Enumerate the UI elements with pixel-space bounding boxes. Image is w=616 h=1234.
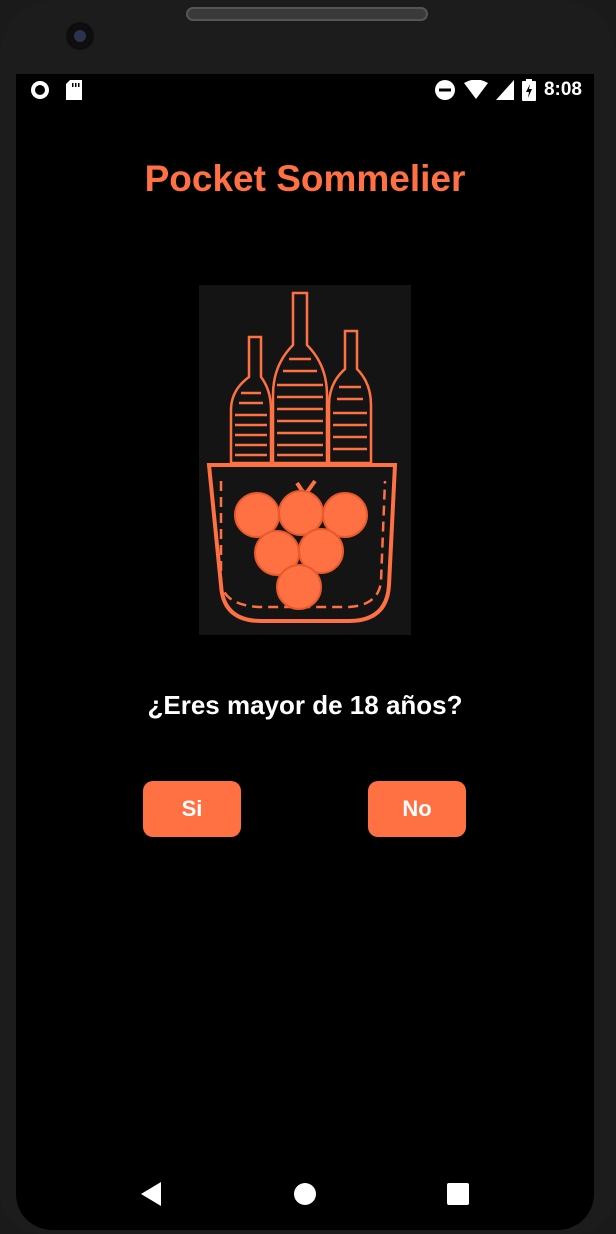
screen: 8:08 Pocket Sommelier ¿Eres mayor de 18 … xyxy=(16,74,594,1230)
nav-home-button[interactable] xyxy=(281,1170,329,1218)
back-icon xyxy=(141,1182,162,1206)
battery-charging-icon xyxy=(521,79,536,101)
nav-back-button[interactable] xyxy=(128,1170,176,1218)
record-icon xyxy=(31,81,49,99)
nav-recents-button[interactable] xyxy=(434,1170,482,1218)
home-icon xyxy=(293,1183,316,1205)
do-not-disturb-icon xyxy=(434,80,455,100)
signal-icon xyxy=(495,80,514,100)
app-logo xyxy=(199,285,411,635)
no-button[interactable]: No xyxy=(368,781,466,837)
status-bar: 8:08 xyxy=(16,74,594,108)
wifi-icon xyxy=(463,80,488,99)
front-camera-icon xyxy=(66,22,94,50)
age-question: ¿Eres mayor de 18 años? xyxy=(147,690,463,720)
recents-icon xyxy=(446,1183,469,1205)
status-time: 8:08 xyxy=(543,79,582,100)
navigation-bar xyxy=(16,1158,594,1230)
yes-button[interactable]: Si xyxy=(143,781,241,837)
phone-frame: 8:08 Pocket Sommelier ¿Eres mayor de 18 … xyxy=(0,0,616,1234)
wine-bottles-pocket-grapes-logo xyxy=(199,285,411,635)
app-title: Pocket Sommelier xyxy=(144,158,466,199)
earpiece-speaker xyxy=(186,7,428,21)
sd-card-icon xyxy=(66,80,82,100)
